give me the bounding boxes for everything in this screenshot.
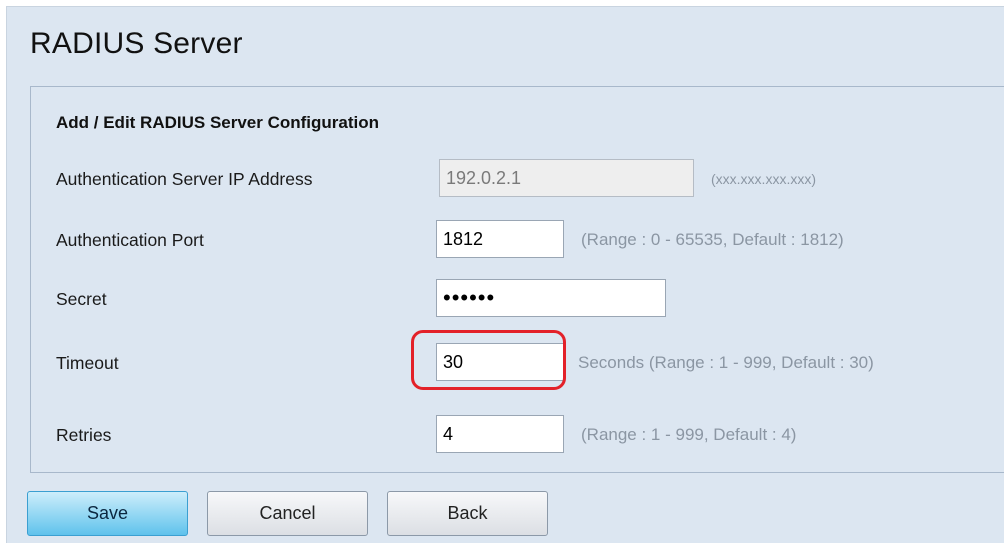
auth-port-label: Authentication Port: [56, 230, 204, 250]
auth-port-row: Authentication Port (Range : 0 - 65535, …: [31, 218, 1004, 262]
ip-address-label: Authentication Server IP Address: [56, 169, 313, 189]
panel-title: Add / Edit RADIUS Server Configuration: [56, 113, 380, 132]
back-button[interactable]: Back: [387, 491, 548, 536]
auth-port-input[interactable]: [436, 220, 564, 258]
secret-row: Secret: [31, 277, 1004, 321]
ip-address-hint: (xxx.xxx.xxx.xxx): [711, 171, 816, 187]
cancel-button[interactable]: Cancel: [207, 491, 368, 536]
ip-address-input[interactable]: [439, 159, 694, 197]
timeout-hint: Seconds (Range : 1 - 999, Default : 30): [578, 353, 874, 372]
timeout-row: Timeout Seconds (Range : 1 - 999, Defaul…: [31, 341, 1004, 385]
retries-row: Retries (Range : 1 - 999, Default : 4): [31, 413, 1004, 457]
secret-input[interactable]: [436, 279, 666, 317]
timeout-input[interactable]: [436, 343, 564, 381]
page-title: RADIUS Server: [30, 27, 243, 60]
ip-address-row: Authentication Server IP Address (xxx.xx…: [31, 157, 1004, 201]
timeout-label: Timeout: [56, 353, 119, 373]
content-area: RADIUS Server Add / Edit RADIUS Server C…: [6, 6, 1004, 543]
secret-label: Secret: [56, 289, 107, 309]
auth-port-hint: (Range : 0 - 65535, Default : 1812): [581, 230, 844, 249]
retries-input[interactable]: [436, 415, 564, 453]
retries-hint: (Range : 1 - 999, Default : 4): [581, 425, 797, 444]
radius-config-panel: Add / Edit RADIUS Server Configuration A…: [30, 86, 1004, 473]
retries-label: Retries: [56, 425, 112, 445]
save-button[interactable]: Save: [27, 491, 188, 536]
